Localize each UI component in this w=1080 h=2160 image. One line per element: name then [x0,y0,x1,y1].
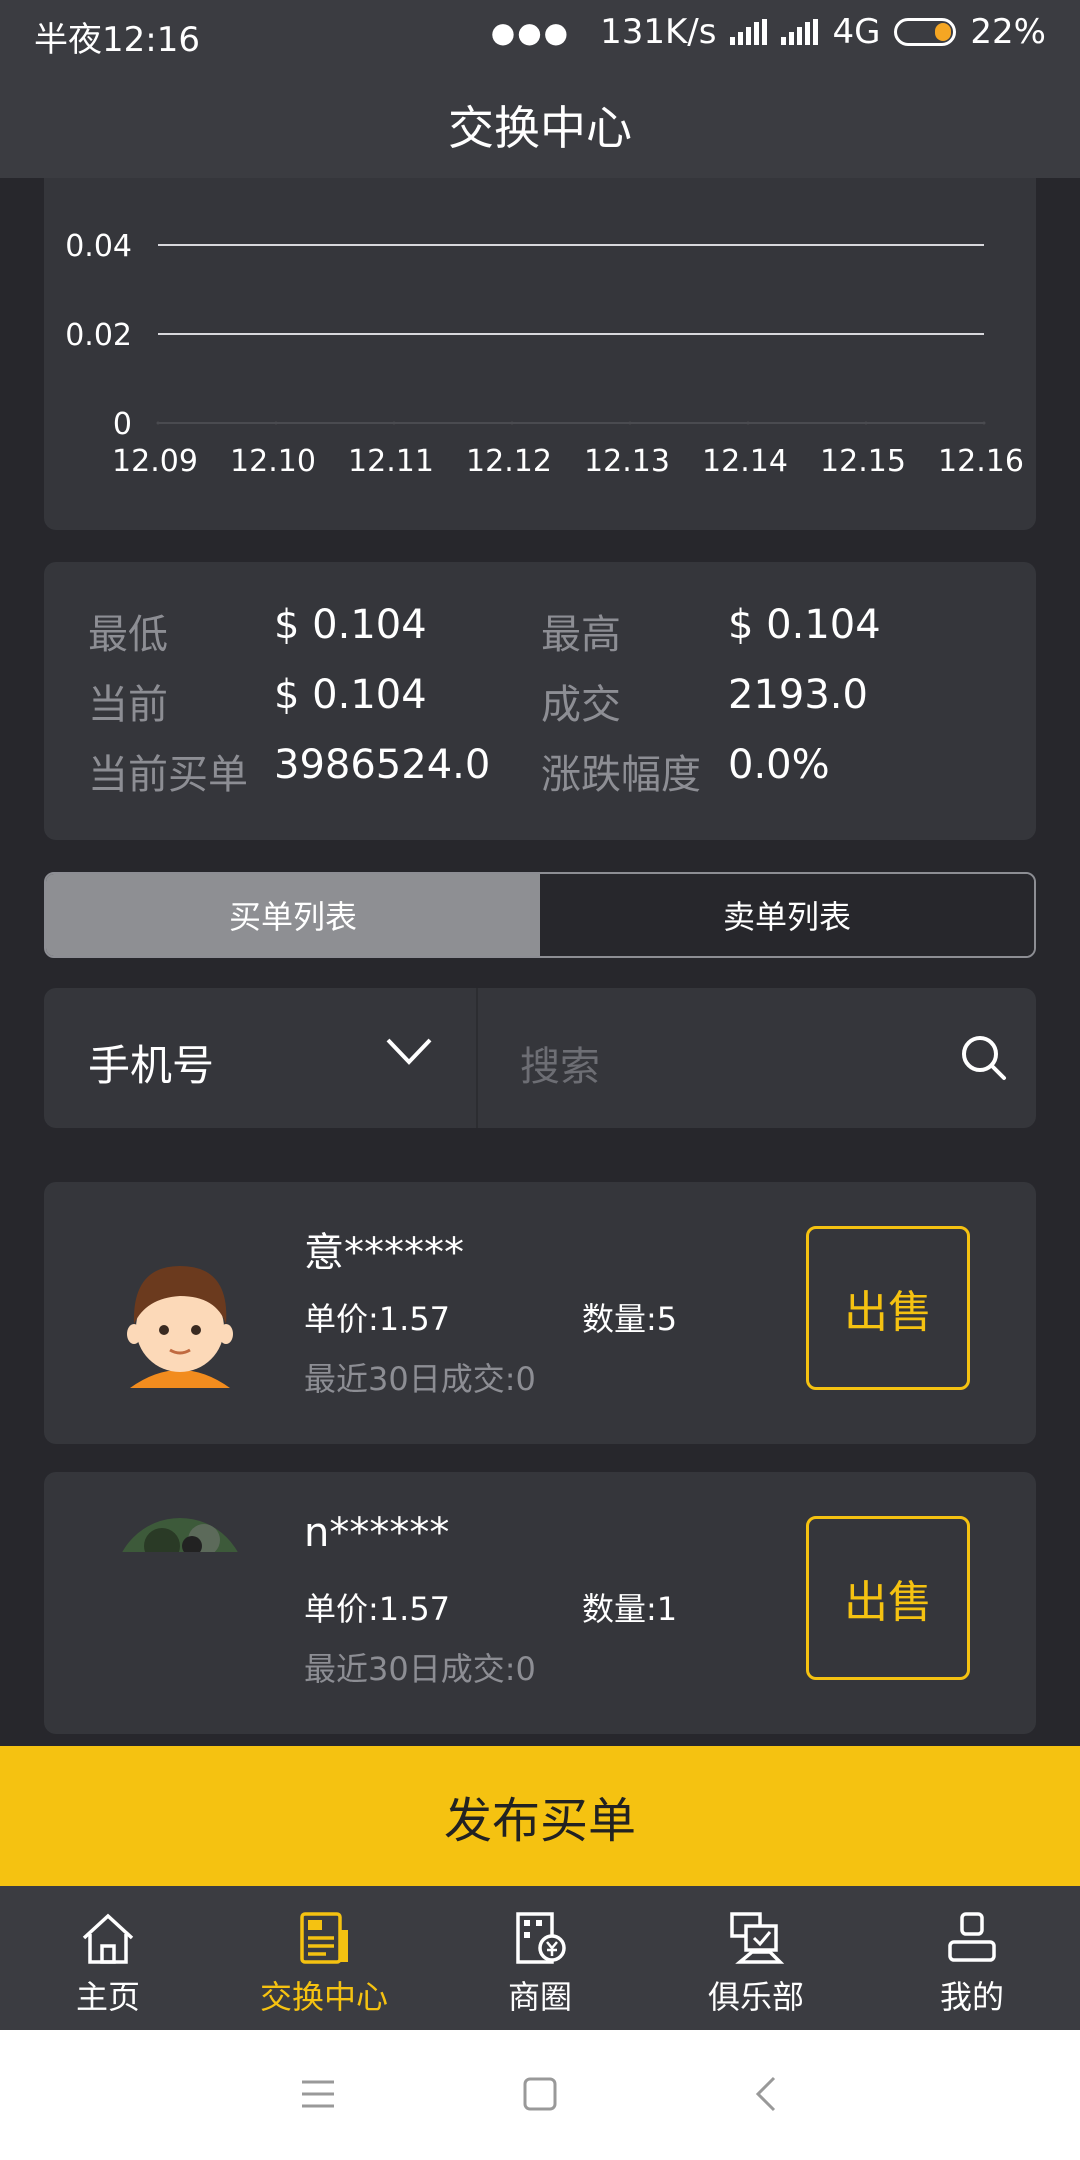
sell-button[interactable]: 出售 [806,1516,970,1680]
stat-low-value: $ 0.104 [274,602,427,648]
tab-sell-list[interactable]: 卖单列表 [540,874,1034,956]
status-bar: 半夜12:16 ●●● 131K/s 4G 22% [0,0,1080,70]
x-tick-label: 12.16 [938,444,1024,479]
nav-label-business: 商圈 [507,1978,572,2016]
y-tick-label: 0 [113,407,132,442]
data-point [982,421,986,425]
x-tick-label: 12.09 [112,444,198,479]
signal-icon-2 [781,19,819,45]
data-point [628,421,632,425]
price-chart: 0 0.02 0.04 12.09 12.10 12.11 12.12 12.13 12.14 1… [44,178,1036,530]
exchange-icon [300,1912,348,1964]
filter-dropdown[interactable]: 手机号 [44,988,478,1128]
bottom-nav: 主页 交换中心 商圈 俱乐部 我的 [0,1886,1080,2030]
list-item: 意****** 单价:1.57 数量:5 最近30日成交:0 出售 [44,1182,1036,1444]
order-user-name: n****** [304,1510,450,1556]
home-icon [82,1913,134,1964]
data-point [392,421,396,425]
nav-item-club[interactable]: 俱乐部 [648,1886,864,2030]
chevron-down-icon [386,1038,432,1065]
data-point [510,421,514,425]
list-item: n****** 单价:1.57 数量:1 最近30日成交:0 出售 [44,1472,1036,1734]
order-price: 单价:1.57 [304,1590,451,1628]
menu-icon[interactable] [300,2078,336,2110]
stat-current-label: 当前 [88,682,168,728]
order-quantity: 数量:1 [582,1590,678,1628]
order-quantity: 数量:5 [582,1300,678,1338]
search-bar: 手机号 搜索 [44,988,1036,1128]
network-speed: 131K/s [600,12,717,52]
status-right: ●●● 131K/s 4G 22% [491,12,1046,52]
x-tick-label: 12.13 [584,444,670,479]
nav-item-business[interactable]: 商圈 [432,1886,648,2030]
chart-svg: 0 0.02 0.04 12.09 12.10 12.11 12.12 12.13 12.14 1… [65,229,1024,479]
avatar [122,1518,238,1552]
app-header: 交换中心 [0,70,1080,178]
business-icon [516,1912,566,1964]
signal-icon [730,19,768,45]
nav-item-home[interactable]: 主页 [0,1886,216,2030]
profile-icon [948,1912,996,1962]
notification-dots-icon: ●●● [490,15,571,49]
data-point [274,421,278,425]
status-time: 半夜12:16 [34,20,200,60]
y-tick-label: 0.04 [65,229,132,264]
search-input[interactable]: 搜索 [520,1034,600,1092]
stat-buy-orders-label: 当前买单 [88,752,248,798]
search-icon[interactable] [960,1034,1008,1082]
publish-buy-order-button[interactable]: 发布买单 [0,1746,1080,1886]
stat-change-label: 涨跌幅度 [541,752,701,798]
stat-low-label: 最低 [88,612,168,658]
x-tick-label: 12.12 [466,444,552,479]
stat-buy-orders-value: 3986524.0 [274,742,491,788]
y-tick-label: 0.02 [65,318,132,353]
network-type: 4G [832,12,881,52]
tab-buy-list[interactable]: 买单列表 [46,874,540,956]
sell-button[interactable]: 出售 [806,1226,970,1390]
battery-level: 22% [970,12,1046,52]
order-price: 单价:1.57 [304,1300,451,1338]
nav-item-exchange[interactable]: 交换中心 [216,1886,432,2030]
club-icon [730,1912,785,1964]
stat-high-label: 最高 [541,612,621,658]
order-recent-volume: 最近30日成交:0 [304,1360,536,1398]
page-title: 交换中心 [448,101,632,155]
stat-volume-label: 成交 [541,682,621,728]
x-tick-label: 12.14 [702,444,788,479]
system-nav-bar [0,2030,1080,2160]
x-tick-label: 12.15 [820,444,906,479]
back-icon[interactable] [752,2074,780,2114]
battery-icon [894,18,957,46]
nav-item-profile[interactable]: 我的 [864,1886,1080,2030]
data-point [746,421,750,425]
stats-panel: 最低 $ 0.104 最高 $ 0.104 当前 $ 0.104 成交 2193… [44,562,1036,840]
nav-label-home: 主页 [75,1978,140,2016]
x-tick-label: 12.10 [230,444,316,479]
stat-change-value: 0.0% [728,742,830,788]
data-point [864,421,868,425]
nav-label-profile: 我的 [939,1978,1004,2016]
nav-label-exchange: 交换中心 [259,1978,388,2016]
filter-label: 手机号 [88,1041,215,1090]
stat-volume-value: 2193.0 [728,672,868,718]
nav-label-club: 俱乐部 [707,1978,804,2016]
avatar [127,1266,233,1388]
stat-current-value: $ 0.104 [274,672,427,718]
home-square-icon[interactable] [522,2076,558,2112]
stat-high-value: $ 0.104 [728,602,881,648]
order-user-name: 意****** [304,1230,464,1276]
order-list-tabs: 买单列表 卖单列表 [44,872,1036,958]
x-tick-label: 12.11 [348,444,434,479]
data-point [156,421,160,425]
order-recent-volume: 最近30日成交:0 [304,1650,536,1688]
